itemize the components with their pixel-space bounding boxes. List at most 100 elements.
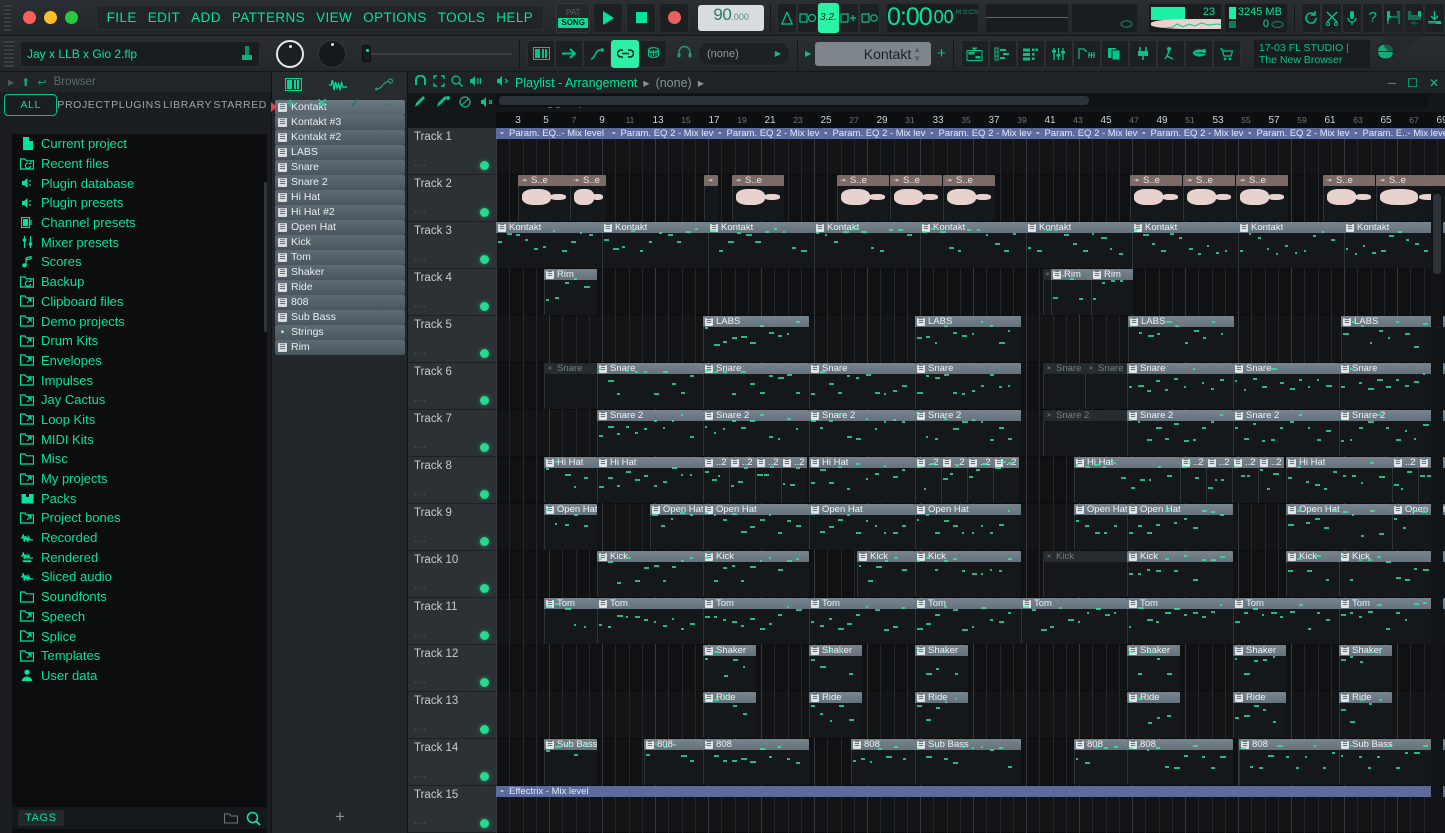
clip--2[interactable]: ☰..2 <box>781 457 807 503</box>
clip-labs[interactable]: ☰LABS <box>1341 316 1445 362</box>
clip-snare[interactable]: ☰Snare <box>703 363 809 409</box>
playlist-window-icon[interactable] <box>961 40 989 68</box>
clip--2[interactable]: ☰..2 <box>1258 457 1284 503</box>
browser-item-splice[interactable]: Splice <box>12 626 267 646</box>
browser-item-misc[interactable]: Misc <box>12 449 267 469</box>
snap-magnet-icon[interactable] <box>414 75 427 90</box>
clip-kontakt[interactable]: ☰Kontakt <box>814 222 920 268</box>
clip-shaker[interactable]: ☰Shaker <box>703 645 756 691</box>
browser-scrollbar[interactable] <box>263 142 269 833</box>
track-options-icon[interactable]: ··· <box>414 630 427 641</box>
clip-empty[interactable]: ✕ <box>1043 269 1051 315</box>
clip-kick[interactable]: ☰Kick <box>1286 551 1339 597</box>
clip-kontakt[interactable]: ☰Kontakt <box>1132 222 1238 268</box>
menu-item-file[interactable]: FILE <box>107 10 137 25</box>
clip-kick[interactable]: ☰Kick <box>1127 551 1233 597</box>
track-header-track-8[interactable]: Track 8··· <box>408 457 496 504</box>
grid-row[interactable] <box>496 692 1445 739</box>
clip-param-eq-2-mix-level[interactable]: ⚭Param. EQ 2 - Mix level <box>1138 128 1244 174</box>
clip-tom[interactable]: ☰Tom <box>1233 598 1339 644</box>
clip-808[interactable]: ☰808 <box>703 739 809 785</box>
clip-ride[interactable]: ☰Ride <box>1127 692 1180 738</box>
track-header-track-3[interactable]: Track 3··· <box>408 222 496 269</box>
clip-tom[interactable]: ☰Tom <box>703 598 809 644</box>
clip-open-hat[interactable]: ☰Open Hat <box>650 504 703 550</box>
browser-item-mixer-presets[interactable]: Mixer presets <box>12 232 267 252</box>
browser-item-recorded[interactable]: Recorded <box>12 528 267 548</box>
clip-empty[interactable]: ⇥ <box>704 175 718 221</box>
clip-snare[interactable]: ✕Snare <box>544 363 597 409</box>
track-enable-led[interactable] <box>480 584 489 593</box>
browser-back-icon[interactable]: ↩ <box>37 76 46 89</box>
track-options-icon[interactable]: ··· <box>414 160 427 171</box>
clip-tom[interactable]: ☰Tom <box>597 598 703 644</box>
piano-roll-window-icon[interactable] <box>989 40 1017 68</box>
browser-item-my-projects[interactable]: My projects <box>12 469 267 489</box>
browser-item-demo-projects[interactable]: Demo projects <box>12 311 267 331</box>
playlist-menu-icon[interactable] <box>496 75 509 90</box>
track-options-icon[interactable]: ··· <box>414 583 427 594</box>
clip-kick[interactable]: ☰Kick <box>703 551 809 597</box>
select-icon[interactable] <box>433 75 445 90</box>
clip-kick[interactable]: ✕Kick <box>1043 551 1127 597</box>
clip-kick[interactable]: ☰Kick <box>857 551 915 597</box>
automation-icon[interactable] <box>583 40 611 68</box>
clip-param-eq-mix-level[interactable]: ⚭Param. EQ..- Mix level <box>496 128 608 174</box>
playlist-close-button[interactable]: ✕ <box>1429 76 1439 90</box>
channel-hi-hat-2[interactable]: ☰Hi Hat #2 <box>275 205 405 220</box>
stop-button[interactable] <box>626 3 656 33</box>
track-enable-led[interactable] <box>480 725 489 734</box>
clip-effectrix-mix-level[interactable]: ⚭Effectrix - Mix level <box>496 786 1445 832</box>
track-options-icon[interactable]: ··· <box>414 348 427 359</box>
minimize-button[interactable] <box>44 11 57 24</box>
clip-kick[interactable]: ☰Kick <box>597 551 703 597</box>
clip-open-hat[interactable]: ☰Open Hat <box>809 504 915 550</box>
track-header-track-9[interactable]: Track 9··· <box>408 504 496 551</box>
track-enable-led[interactable] <box>480 302 489 311</box>
clip-s-e[interactable]: ⇥S..e <box>1236 175 1288 221</box>
track-header-track-13[interactable]: Track 13··· <box>408 692 496 739</box>
channel-tom[interactable]: ☰Tom <box>275 250 405 265</box>
loop-record-icon[interactable] <box>859 3 880 33</box>
track-enable-led[interactable] <box>480 678 489 687</box>
grid-row[interactable] <box>496 645 1445 692</box>
step-sequencer-icon[interactable] <box>527 40 555 68</box>
channel-labs[interactable]: ☰LABS <box>275 145 405 160</box>
clip-tom[interactable]: ☰Tom <box>915 598 1021 644</box>
channel-selector[interactable]: (none) ▶ <box>698 42 790 66</box>
add-step-icon[interactable] <box>839 3 860 33</box>
clip-open-hat[interactable]: ☰Open Hat <box>703 504 809 550</box>
clip-hi-hat[interactable]: ☰Hi Hat <box>1074 457 1180 503</box>
clip-tom[interactable]: ☰Tom <box>1127 598 1233 644</box>
clip-808[interactable]: ☰808 <box>1239 739 1345 785</box>
track-enable-led[interactable] <box>480 631 489 640</box>
clip-kontakt[interactable]: ☰Kontakt <box>708 222 814 268</box>
clip-shaker[interactable]: ☰Shaker <box>1339 645 1392 691</box>
browser-item-midi-kits[interactable]: MIDI Kits <box>12 429 267 449</box>
clip-snare[interactable]: ☰Snare <box>809 363 915 409</box>
browser-item-templates[interactable]: Templates <box>12 646 267 666</box>
clip-s-e[interactable]: ⇥S..e <box>732 175 784 221</box>
draw-tool-icon[interactable] <box>414 96 427 111</box>
maximize-button[interactable] <box>65 11 78 24</box>
microphone-icon[interactable] <box>1342 3 1363 33</box>
browser-tab-plugins[interactable]: PLUGINS <box>111 95 162 115</box>
browser-item-plugin-presets[interactable]: Plugin presets <box>12 193 267 213</box>
browser-item-drum-kits[interactable]: Drum Kits <box>12 331 267 351</box>
add-plugin-button[interactable]: + <box>937 45 946 62</box>
clip--2[interactable]: ☰..2 <box>729 457 755 503</box>
clip-param-eq-2-mix-level[interactable]: ⚭Param. EQ 2 - Mix level <box>714 128 820 174</box>
browser-window-icon[interactable] <box>1073 40 1101 68</box>
clip-param-eq-2-mix-level[interactable]: ⚭Param. EQ 2 - Mix level <box>608 128 714 174</box>
browser-item-soundfonts[interactable]: Soundfonts <box>12 587 267 607</box>
effects-icon[interactable] <box>1157 40 1185 68</box>
undo-icon[interactable] <box>1301 3 1322 33</box>
mixer-icon[interactable] <box>639 40 667 68</box>
rack-add-icon[interactable]: + <box>286 95 295 112</box>
clip-hi-hat[interactable]: ☰Hi Hat <box>597 457 703 503</box>
clip-param-e-mix-level[interactable]: ⚭Param. E..- Mix level <box>1350 128 1445 174</box>
search-icon[interactable] <box>246 811 261 826</box>
clip-s-e[interactable]: ⇥S..e <box>518 175 570 221</box>
browser-item-impulses[interactable]: Impulses <box>12 370 267 390</box>
clip-snare[interactable]: ✕Snare <box>1085 363 1127 409</box>
